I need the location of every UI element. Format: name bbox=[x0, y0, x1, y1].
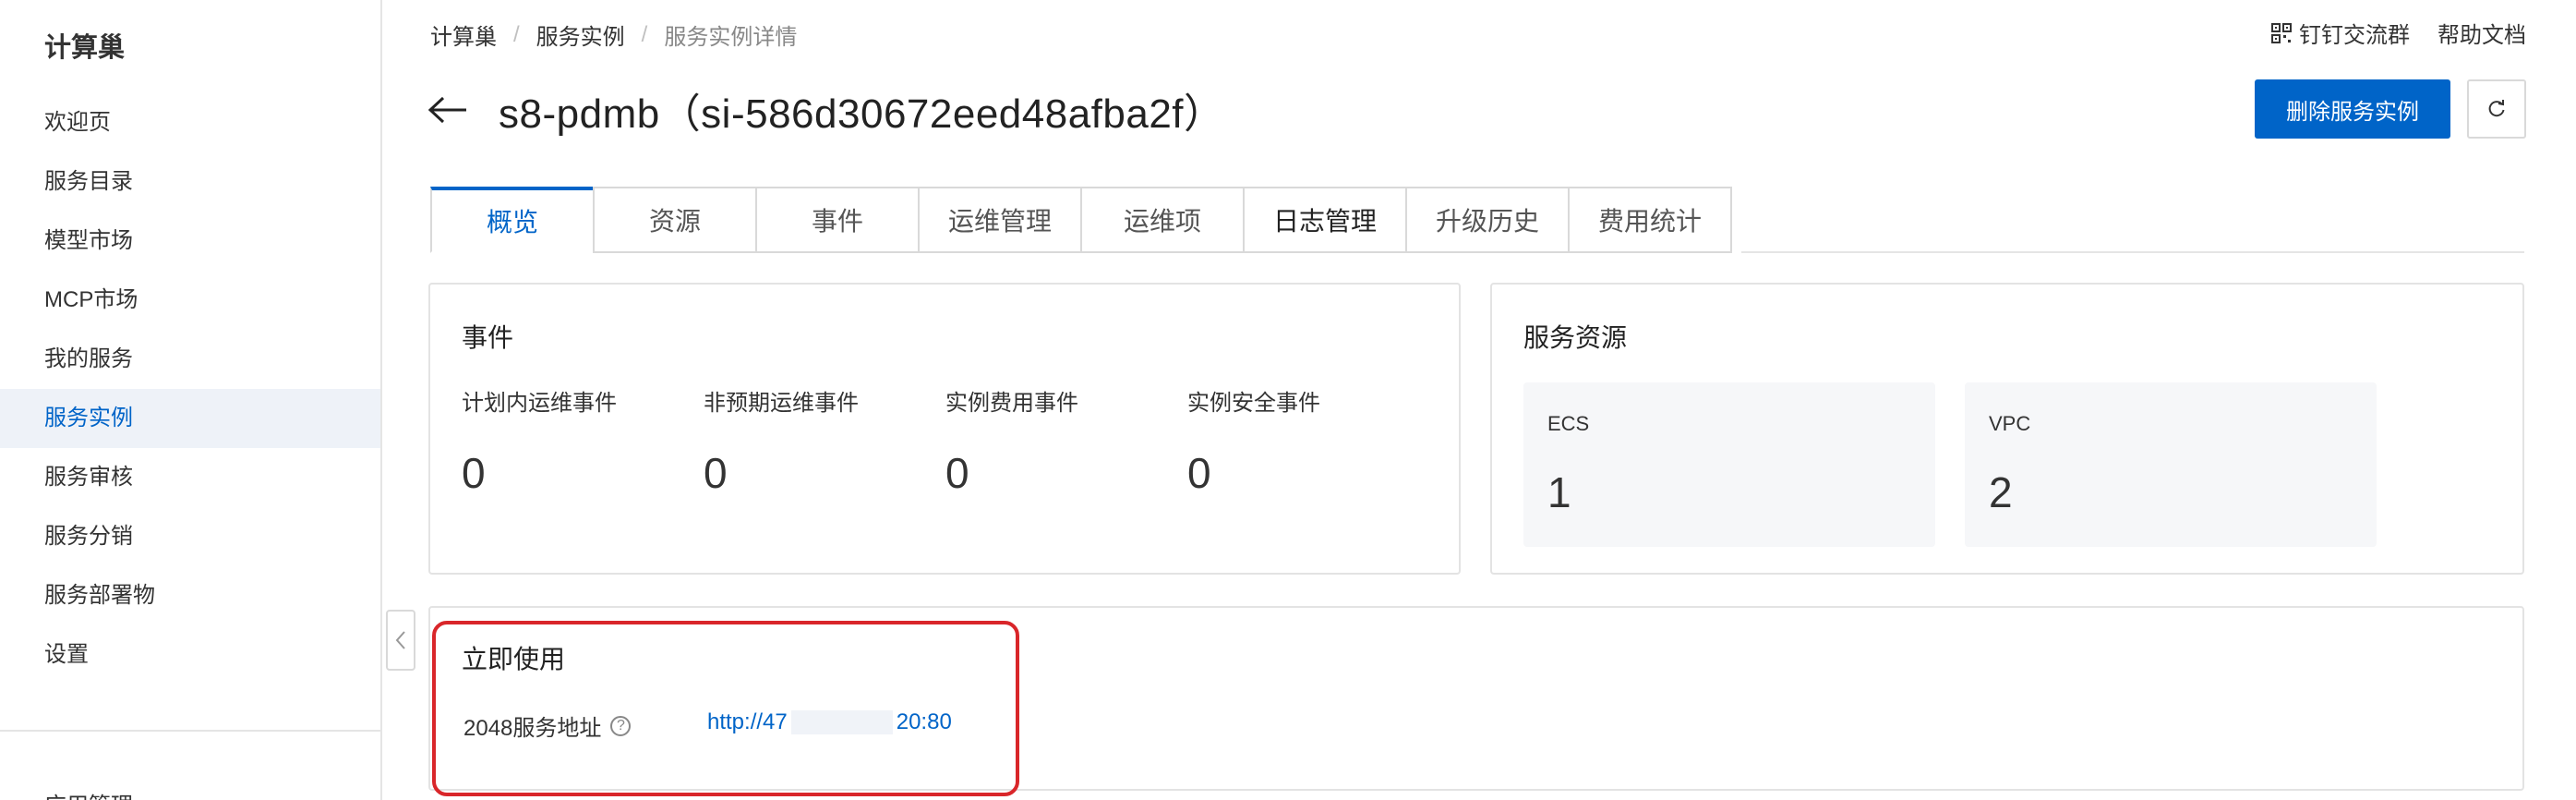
event-stat-security: 实例安全事件 0 bbox=[1187, 384, 1320, 498]
sidebar-item-service-catalog[interactable]: 服务目录 bbox=[0, 152, 380, 212]
event-stat-value: 0 bbox=[945, 449, 969, 497]
tab-events[interactable]: 事件 bbox=[755, 187, 920, 253]
refresh-icon bbox=[2488, 100, 2505, 117]
sidebar-item-settings[interactable]: 设置 bbox=[0, 625, 380, 685]
sidebar-item-my-services[interactable]: 我的服务 bbox=[0, 330, 380, 389]
tab-log-management[interactable]: 日志管理 bbox=[1243, 187, 1407, 253]
dingtalk-group-label: 钉钉交流群 bbox=[2299, 23, 2410, 48]
sidebar-item-model-market[interactable]: 模型市场 bbox=[0, 212, 380, 271]
dingtalk-group-link[interactable]: 钉钉交流群 bbox=[2271, 17, 2410, 49]
resource-stat-ecs[interactable]: ECS 1 bbox=[1523, 382, 1935, 547]
sidebar: 计算巢 欢迎页 服务目录 模型市场 MCP市场 我的服务 服务实例 服务审核 服… bbox=[0, 0, 382, 800]
qrcode-icon bbox=[2271, 22, 2292, 43]
sidebar-item-service-distribution[interactable]: 服务分销 bbox=[0, 507, 380, 566]
page-header: s8-pdmb（si-586d30672eed48afba2f） bbox=[427, 81, 1225, 139]
events-card: 事件 计划内运维事件 0 非预期运维事件 0 实例费用事件 0 实例安全事件 0 bbox=[428, 283, 1461, 575]
tab-resources[interactable]: 资源 bbox=[593, 187, 757, 253]
sidebar-item-service-instances[interactable]: 服务实例 bbox=[0, 389, 380, 448]
help-docs-link[interactable]: 帮助文档 bbox=[2438, 17, 2526, 49]
event-stat-label: 非预期运维事件 bbox=[704, 391, 859, 416]
tab-bar-underline bbox=[1741, 251, 2524, 253]
sidebar-collapse-button[interactable] bbox=[386, 610, 415, 671]
resource-stat-label: ECS bbox=[1547, 412, 1590, 435]
events-card-title: 事件 bbox=[462, 323, 514, 352]
breadcrumb-item-current: 服务实例详情 bbox=[664, 25, 798, 50]
page-title: s8-pdmb（si-586d30672eed48afba2f） bbox=[499, 91, 1225, 137]
event-stat-planned: 计划内运维事件 0 bbox=[462, 384, 617, 498]
event-stat-value: 0 bbox=[1187, 449, 1211, 497]
sidebar-item-app-management[interactable]: 应用管理 bbox=[44, 787, 133, 800]
sidebar-item-mcp-market[interactable]: MCP市场 bbox=[0, 271, 380, 330]
arrow-left-icon bbox=[427, 96, 466, 124]
highlight-annotation-box bbox=[432, 621, 1019, 796]
event-stat-label: 实例安全事件 bbox=[1187, 391, 1320, 416]
tab-bar: 概览 资源 事件 运维管理 运维项 日志管理 升级历史 费用统计 bbox=[430, 187, 1732, 253]
service-resources-card: 服务资源 ECS 1 VPC 2 bbox=[1490, 283, 2524, 575]
resource-stat-value: 2 bbox=[1989, 468, 2013, 516]
chevron-left-icon bbox=[395, 631, 405, 649]
sidebar-nav: 欢迎页 服务目录 模型市场 MCP市场 我的服务 服务实例 服务审核 服务分销 … bbox=[0, 93, 380, 685]
resource-stat-label: VPC bbox=[1989, 412, 2031, 435]
event-stat-unexpected: 非预期运维事件 0 bbox=[704, 384, 859, 498]
event-stat-value: 0 bbox=[462, 449, 486, 497]
top-links: 钉钉交流群 帮助文档 bbox=[2271, 17, 2526, 49]
event-stat-cost: 实例费用事件 0 bbox=[945, 384, 1078, 498]
sidebar-item-service-review[interactable]: 服务审核 bbox=[0, 448, 380, 507]
breadcrumb-separator: / bbox=[641, 21, 648, 47]
event-stat-value: 0 bbox=[704, 449, 728, 497]
tab-ops-items[interactable]: 运维项 bbox=[1080, 187, 1245, 253]
breadcrumb-item-compute-nest[interactable]: 计算巢 bbox=[430, 18, 497, 51]
tab-ops-management[interactable]: 运维管理 bbox=[918, 187, 1082, 253]
sidebar-item-welcome[interactable]: 欢迎页 bbox=[0, 93, 380, 152]
resource-stat-vpc[interactable]: VPC 2 bbox=[1965, 382, 2377, 547]
resource-stat-value: 1 bbox=[1547, 468, 1571, 516]
breadcrumb-separator: / bbox=[513, 21, 520, 47]
tab-upgrade-history[interactable]: 升级历史 bbox=[1405, 187, 1570, 253]
tab-cost-statistics[interactable]: 费用统计 bbox=[1568, 187, 1732, 253]
tab-overview[interactable]: 概览 bbox=[430, 187, 595, 253]
event-stat-label: 实例费用事件 bbox=[945, 391, 1078, 416]
refresh-button[interactable] bbox=[2467, 79, 2526, 139]
sidebar-item-deployment-artifacts[interactable]: 服务部署物 bbox=[0, 566, 380, 625]
back-button[interactable] bbox=[427, 91, 469, 128]
sidebar-title: 计算巢 bbox=[44, 33, 126, 63]
sidebar-divider bbox=[0, 730, 380, 732]
delete-instance-button[interactable]: 删除服务实例 bbox=[2255, 79, 2450, 139]
service-resources-title: 服务资源 bbox=[1523, 323, 1628, 352]
breadcrumb: 计算巢 / 服务实例 / 服务实例详情 bbox=[430, 18, 797, 51]
breadcrumb-item-service-instances[interactable]: 服务实例 bbox=[536, 18, 625, 51]
event-stat-label: 计划内运维事件 bbox=[462, 391, 617, 416]
